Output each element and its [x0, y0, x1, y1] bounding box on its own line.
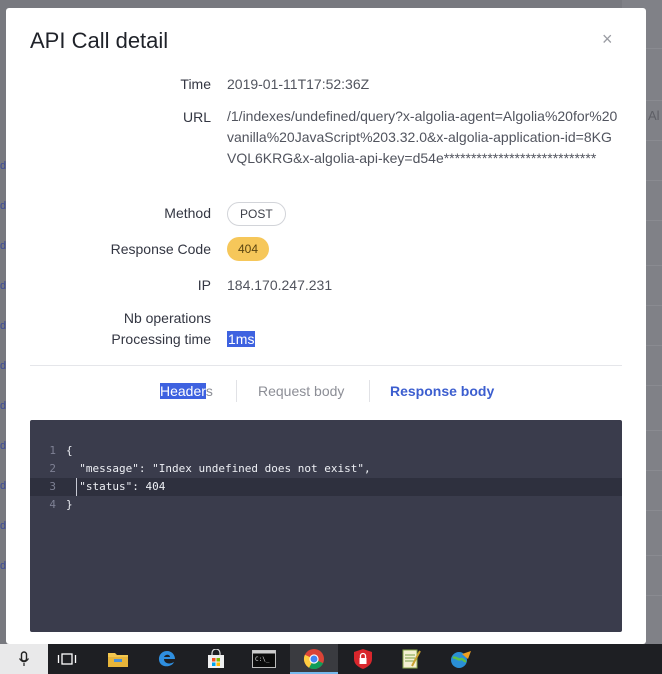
line-number: 2 — [49, 462, 56, 475]
ip-value: 184.170.247.231 — [227, 277, 333, 293]
taskbar: C:\_ — [0, 644, 662, 674]
taskbar-terminal[interactable]: C:\_ — [240, 644, 288, 674]
edge-icon[interactable] — [157, 649, 177, 669]
close-icon[interactable]: × — [602, 29, 613, 49]
line-number: 1 — [49, 444, 56, 457]
code-line: 1 { — [30, 442, 622, 460]
tab-headers-label-rest[interactable]: s — [206, 383, 213, 399]
url-label: URL — [182, 109, 211, 125]
time-value: 2019-01-11T17:52:36Z — [227, 76, 370, 92]
response-code-label: Response Code — [110, 241, 211, 257]
time-label: Time — [180, 76, 211, 92]
code-line: 2 "message": "Index undefined does not e… — [30, 460, 622, 478]
modal-title: API Call detail — [30, 28, 169, 53]
network-globe-icon[interactable] — [449, 649, 473, 669]
background-link-fragment: d — [0, 280, 7, 292]
taskbar-store[interactable] — [192, 644, 240, 674]
tab-headers-selected-text[interactable]: Header — [160, 383, 206, 399]
chrome-icon[interactable] — [303, 648, 325, 670]
line-number: 3 — [49, 480, 56, 493]
background-link-fragment: d — [0, 560, 7, 572]
code-text: "status": 404 — [66, 480, 166, 493]
svg-text:C:\_: C:\_ — [255, 656, 270, 663]
tab-separator — [236, 380, 237, 402]
taskbar-vpn[interactable] — [339, 644, 387, 674]
code-line-active: 3 "status": 404 — [30, 478, 622, 496]
background-link-fragment: d — [0, 440, 7, 452]
task-view-icon[interactable] — [57, 651, 77, 667]
taskbar-task-view[interactable] — [43, 644, 91, 674]
background-link-fragment: d — [0, 360, 7, 372]
tab-headers[interactable]: Headers — [160, 383, 213, 399]
processing-time-label: Processing time — [111, 331, 211, 347]
api-call-detail-modal: API Call detail × Time 2019-01-11T17:52:… — [6, 8, 646, 644]
code-line: 4 } — [30, 496, 622, 514]
response-code-editor[interactable]: 1 { 2 "message": "Index undefined does n… — [30, 420, 622, 632]
method-badge: POST — [227, 202, 286, 226]
background-link-fragment: d — [0, 400, 7, 412]
method-label: Method — [164, 205, 211, 221]
processing-time-selected-text: 1ms — [227, 331, 256, 347]
background-link-fragment: d — [0, 480, 7, 492]
taskbar-edge[interactable] — [143, 644, 191, 674]
taskbar-notepad[interactable] — [387, 644, 435, 674]
code-text: "message": "Index undefined does not exi… — [66, 462, 371, 475]
background-link-fragment: d — [0, 240, 7, 252]
code-text: } — [66, 498, 73, 511]
background-link-fragment: d — [0, 160, 7, 172]
section-divider — [30, 365, 622, 366]
taskbar-network[interactable] — [437, 644, 485, 674]
nb-operations-label: Nb operations — [123, 310, 211, 326]
notepad-icon[interactable] — [401, 648, 421, 670]
response-code-badge: 404 — [227, 237, 270, 261]
vpn-shield-icon[interactable] — [353, 648, 373, 670]
code-text: { — [66, 444, 73, 457]
processing-time-value: 1ms — [227, 331, 256, 347]
close-button[interactable]: × — [602, 29, 613, 50]
ip-label: IP — [197, 277, 211, 293]
tab-response-body[interactable]: Response body — [390, 383, 494, 399]
background-text-fragment: Al — [648, 108, 660, 123]
taskbar-microphone[interactable] — [0, 644, 48, 674]
taskbar-chrome[interactable] — [290, 644, 338, 674]
terminal-icon[interactable]: C:\_ — [252, 650, 276, 668]
tab-separator — [369, 380, 370, 402]
line-number: 4 — [49, 498, 56, 511]
tab-request-body[interactable]: Request body — [258, 383, 344, 399]
text-cursor — [76, 478, 77, 496]
background-link-fragment: d — [0, 200, 7, 212]
file-explorer-icon[interactable] — [107, 650, 129, 668]
store-icon[interactable] — [206, 649, 226, 669]
background-link-fragment: d — [0, 320, 7, 332]
background-link-fragment: d — [0, 520, 7, 532]
url-value: /1/indexes/undefined/query?x-algolia-age… — [227, 108, 618, 166]
microphone-icon[interactable] — [18, 651, 30, 667]
taskbar-file-explorer[interactable] — [94, 644, 142, 674]
